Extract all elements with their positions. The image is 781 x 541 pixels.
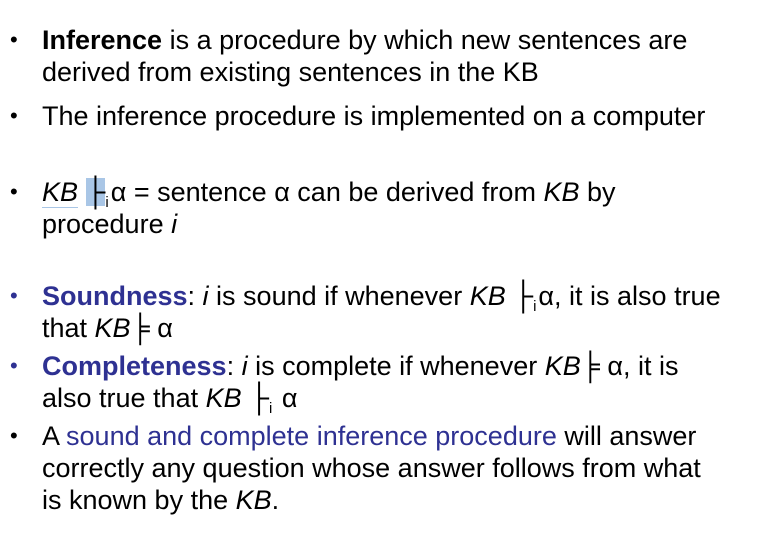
kb-symbol: KB bbox=[42, 177, 79, 208]
bullet-text: Inference is a procedure by which new se… bbox=[42, 24, 780, 88]
bullet-dot: • bbox=[10, 179, 18, 204]
text-span: by bbox=[579, 177, 616, 207]
entails-symbol: ╞ bbox=[130, 313, 150, 343]
bullet-line: is known by the KB. bbox=[42, 484, 780, 516]
bullet-line: The inference procedure is implemented o… bbox=[42, 101, 706, 131]
bullet-line: Inference is a procedure by which new se… bbox=[42, 24, 780, 56]
text-span: : bbox=[226, 351, 242, 381]
text-span: that bbox=[42, 313, 95, 343]
bullet-text: KB ├iα = sentence α can be derived from … bbox=[42, 176, 780, 240]
text-span: also true that bbox=[42, 383, 206, 413]
derives-symbol: ├ bbox=[85, 176, 106, 207]
entails-symbol: ╞ bbox=[580, 351, 600, 381]
kb-symbol: KB bbox=[94, 313, 131, 343]
bullet-line: also true that KB ├i α bbox=[42, 382, 780, 417]
text-span: . bbox=[271, 485, 280, 515]
bullet-text: Soundness: i is sound if whenever KB ├iα… bbox=[42, 280, 780, 344]
text-span: α bbox=[274, 383, 298, 413]
subscript-i: i bbox=[533, 298, 537, 315]
text-span: procedure bbox=[42, 209, 172, 239]
term-completeness: Completeness bbox=[42, 351, 227, 381]
bullet-line: procedure i bbox=[42, 208, 780, 240]
text-span: is a procedure by which new sentences ar… bbox=[162, 25, 688, 55]
text-span: α = sentence α can be derived from bbox=[110, 177, 544, 207]
bullet-line: KB ├iα = sentence α can be derived from … bbox=[42, 176, 780, 211]
procedure-i: i bbox=[171, 209, 178, 239]
text-span: α bbox=[149, 313, 173, 343]
bullet-text: The inference procedure is implemented o… bbox=[42, 100, 780, 132]
bullet-line: Completeness: i is complete if whenever … bbox=[42, 350, 780, 382]
bullet-dot: • bbox=[10, 423, 18, 448]
bullet-line: A sound and complete inference procedure… bbox=[42, 420, 780, 452]
bullet-dot: • bbox=[10, 283, 18, 308]
bullet-line: correctly any question whose answer foll… bbox=[42, 453, 701, 483]
text-span: : bbox=[187, 281, 203, 311]
kb-symbol: KB bbox=[205, 383, 242, 413]
term-inference: Inference bbox=[42, 25, 163, 55]
text-span: α, it is bbox=[599, 351, 679, 381]
text-span: A bbox=[42, 421, 67, 451]
slide: • Inference is a procedure by which new … bbox=[0, 0, 781, 541]
bullet-line: derived from existing sentences in the K… bbox=[42, 57, 539, 87]
sound-complete-phrase: sound and complete inference procedure bbox=[66, 421, 557, 451]
bullet-line: that KB╞ α bbox=[42, 312, 780, 344]
bullet-text: Completeness: i is complete if whenever … bbox=[42, 350, 780, 417]
kb-symbol: KB bbox=[544, 351, 581, 381]
text-span: is sound if whenever bbox=[208, 281, 470, 311]
bullet-dot: • bbox=[10, 353, 18, 378]
kb-symbol: KB bbox=[469, 281, 506, 311]
bullet-dot: • bbox=[10, 103, 18, 128]
text-span: is complete if whenever bbox=[247, 351, 545, 381]
bullet-text: A sound and complete inference procedure… bbox=[42, 420, 780, 516]
bullet-line: Soundness: i is sound if whenever KB ├iα… bbox=[42, 280, 780, 315]
kb-symbol: KB bbox=[543, 177, 580, 207]
derives-symbol: ├ bbox=[513, 280, 534, 311]
subscript-i: i bbox=[269, 400, 273, 417]
text-span: is known by the bbox=[42, 485, 236, 515]
term-soundness: Soundness bbox=[42, 281, 188, 311]
kb-symbol: KB bbox=[235, 485, 272, 515]
text-span: will answer bbox=[556, 421, 697, 451]
bullet-dot: • bbox=[10, 27, 18, 52]
derives-symbol: ├ bbox=[249, 382, 269, 413]
text-span: α, it is also true bbox=[538, 281, 721, 311]
